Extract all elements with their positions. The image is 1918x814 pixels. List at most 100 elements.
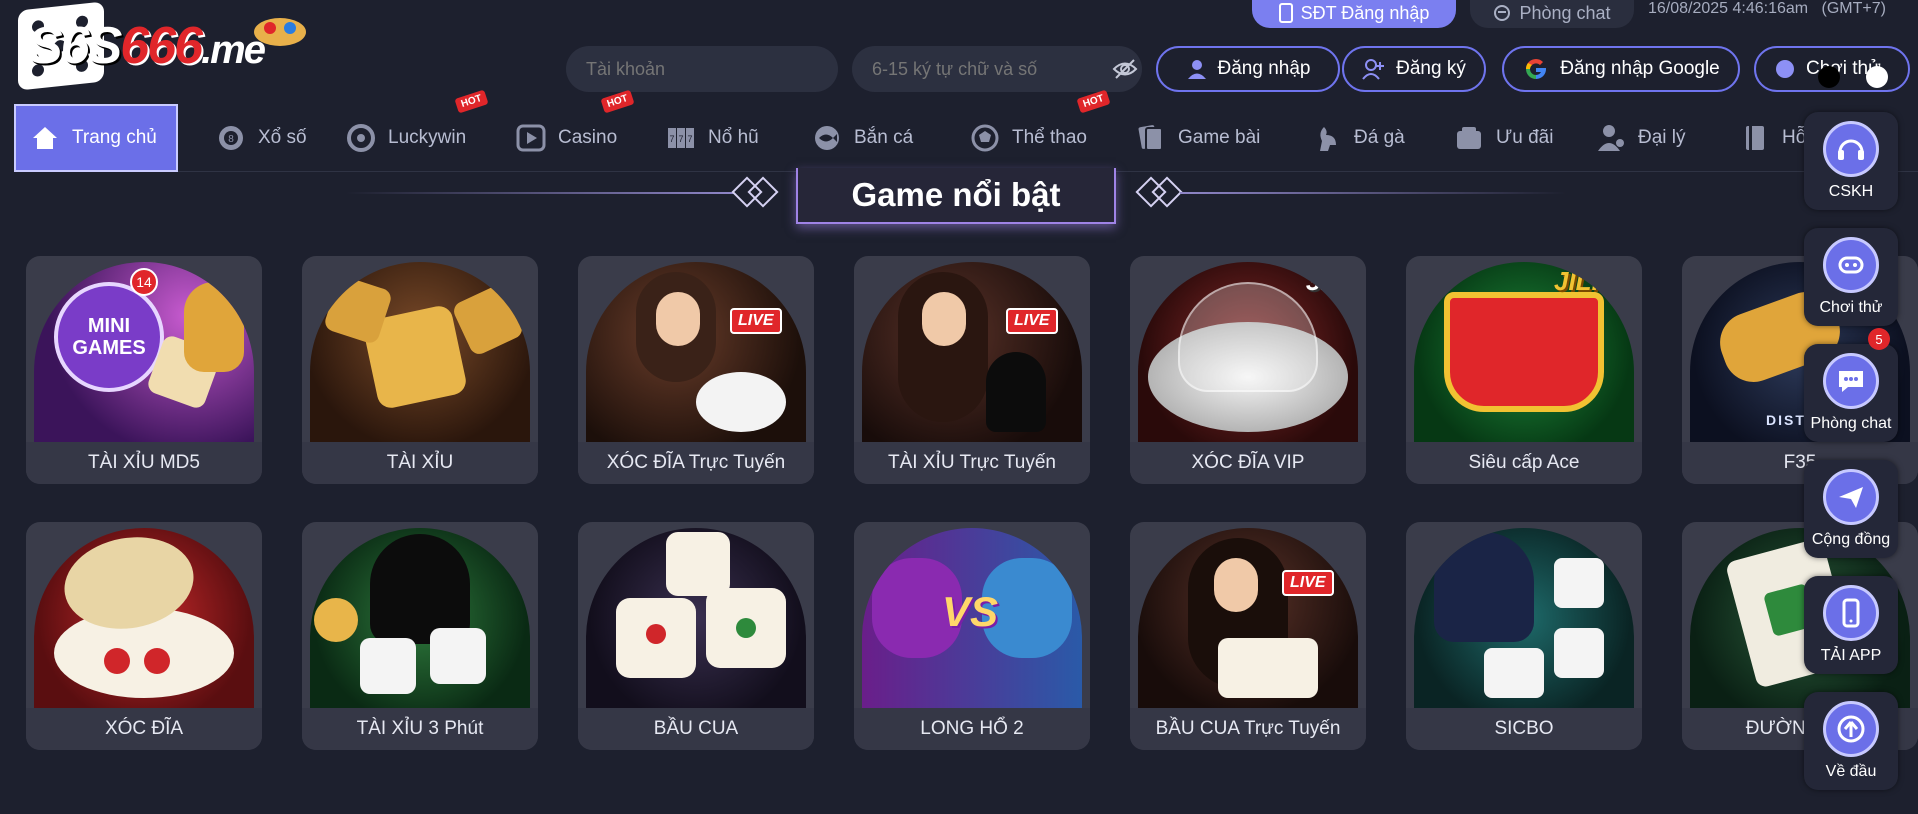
sidebar-item-support[interactable]: CSKH [1804, 112, 1898, 210]
game-card-taixiu-md5[interactable]: MINI GAMES 14 TÀI XỈU MD5 [26, 256, 262, 484]
send-icon [1823, 469, 1879, 525]
game-card-xocdia[interactable]: XÓC ĐĨA [26, 522, 262, 750]
game-art: VS [862, 528, 1082, 708]
lottery-icon: 8 [216, 123, 246, 153]
arrow-up-icon [1823, 701, 1879, 757]
add-user-icon [1362, 59, 1385, 80]
cup-art [986, 352, 1046, 432]
crab-art [736, 618, 756, 638]
login-button[interactable]: Đăng nhập [1156, 46, 1340, 92]
toggle-dot[interactable] [1818, 66, 1840, 88]
site-logo[interactable]: S6S666.me [14, 1, 314, 91]
ball-icon [970, 123, 1000, 153]
live-badge: LIVE [730, 308, 782, 334]
nav-item-home[interactable]: Trang chủ [14, 104, 178, 172]
mobile-icon [1278, 3, 1293, 23]
dice-art [1484, 648, 1544, 698]
sidebar-item-community[interactable]: Cộng đồng [1804, 460, 1898, 558]
sidebar-label: Cộng đồng [1811, 531, 1891, 548]
3d-badge: 3D [1306, 266, 1340, 296]
game-card-super-ace[interactable]: JILI Siêu cấp Ace [1406, 256, 1642, 484]
game-label: XÓC ĐĨA Trực Tuyến [578, 442, 814, 484]
top-bar: S6S666.me SĐT Đăng nhập Phòng chat 16/08… [0, 0, 1918, 100]
game-art: LIVE [1138, 528, 1358, 708]
nav-label-card-games: Game bài [1178, 127, 1261, 148]
user-icon [1187, 60, 1206, 79]
game-card-xocdia-live[interactable]: LIVE XÓC ĐĨA Trực Tuyến [578, 256, 814, 484]
mascot-icon [254, 18, 306, 46]
game-card-baucua-live[interactable]: LIVE BẦU CUA Trực Tuyến [1130, 522, 1366, 750]
nav-item-card-games[interactable]: Game bài [1124, 104, 1260, 172]
game-card-taixiu-live[interactable]: LIVE TÀI XỈU Trực Tuyến [854, 256, 1090, 484]
dice-art [430, 628, 486, 684]
nav-label-luckywin: Luckywin [388, 127, 467, 148]
nav-item-cockfight[interactable]: Đá gà [1300, 104, 1405, 172]
mini-games-badge: MINI GAMES [54, 282, 164, 392]
datetime-text: 16/08/2025 4:46:16am [1648, 0, 1809, 17]
nav-label-fishing: Bắn cá [854, 127, 914, 148]
nav-item-slots[interactable]: 777 Nổ hũ [654, 104, 759, 172]
nav-label-agent: Đại lý [1638, 127, 1686, 148]
dealer-face-art [1214, 558, 1258, 612]
nav-item-luckywin[interactable]: Luckywin HOT [334, 89, 489, 172]
login-label: Đăng nhập [1217, 58, 1311, 79]
svg-text:7: 7 [669, 134, 674, 144]
nav-label-promotions: Ưu đãi [1496, 127, 1554, 148]
google-login-button[interactable]: Đăng nhập Google [1502, 46, 1740, 92]
google-icon [1526, 59, 1547, 80]
nav-item-agent[interactable]: Đại lý [1584, 104, 1686, 172]
logo-text: S6S666.me [28, 17, 266, 75]
game-label: TÀI XỈU [302, 442, 538, 484]
game-card-sicbo[interactable]: SICBO [1406, 522, 1642, 750]
sidebar-item-demo[interactable]: Chơi thử [1804, 228, 1898, 326]
chat-count-badge: 5 [1868, 328, 1890, 350]
timezone-text: (GMT+7) [1821, 0, 1886, 17]
nav-item-promotions[interactable]: Ưu đãi [1442, 104, 1553, 172]
register-label: Đăng ký [1396, 58, 1466, 79]
sidebar-label: CSKH [1828, 183, 1874, 200]
slot-icon: 777 [666, 123, 696, 153]
vs-badge: VS [942, 588, 999, 635]
nav-item-casino[interactable]: Casino HOT [504, 89, 635, 172]
game-art: JILI [1414, 262, 1634, 442]
game-card-xocdia-vip[interactable]: 3D XÓC ĐĨA VIP [1130, 256, 1366, 484]
jili-badge: JILI [1554, 266, 1599, 296]
dice-art [1554, 558, 1604, 608]
toggle-dot[interactable] [1866, 66, 1888, 88]
game-label: XÓC ĐĨA VIP [1130, 442, 1366, 484]
game-label: Siêu cấp Ace [1406, 442, 1642, 484]
sidebar-item-download-app[interactable]: TẢI APP [1804, 576, 1898, 674]
game-label: LONG HỔ 2 [854, 708, 1090, 750]
dice-art [1218, 638, 1318, 698]
nav-item-fishing[interactable]: Bắn cá [800, 104, 913, 172]
password-input[interactable] [852, 46, 1142, 92]
demo-icon [1776, 60, 1794, 78]
svg-text:7: 7 [687, 134, 692, 144]
game-card-baucua[interactable]: BẦU CUA [578, 522, 814, 750]
cup-art [184, 282, 244, 372]
nav-item-sports[interactable]: Thể thao HOT [958, 89, 1111, 172]
section-divider-right [1180, 192, 1566, 194]
game-card-taixiu-3-phut[interactable]: TÀI XỈU 3 Phút [302, 522, 538, 750]
chat-room-label: Phòng chat [1519, 2, 1611, 23]
nav-label-casino: Casino [558, 127, 618, 148]
cards-icon [1136, 123, 1166, 153]
register-button[interactable]: Đăng ký [1342, 46, 1486, 92]
gift-icon [1454, 123, 1484, 153]
dealer-face-art [922, 292, 966, 346]
section-title: Game nổi bật [796, 168, 1116, 224]
game-card-taixiu[interactable]: TÀI XỈU [302, 256, 538, 484]
toggle-password-icon[interactable] [1112, 58, 1138, 80]
nav-item-lottery[interactable]: 8 Xổ số [204, 104, 307, 172]
account-input[interactable] [566, 46, 838, 92]
chat-room-button[interactable]: Phòng chat [1470, 0, 1634, 28]
nav-label-home: Trang chủ [72, 127, 157, 148]
game-art: 3D [1138, 262, 1358, 442]
sidebar-item-back-to-top[interactable]: Về đầu [1804, 692, 1898, 790]
game-card-long-ho-2[interactable]: VS LONG HỔ 2 [854, 522, 1090, 750]
sidebar-item-chat[interactable]: Phòng chat [1804, 344, 1898, 442]
dice-art [666, 532, 730, 596]
phone-login-button[interactable]: SĐT Đăng nhập [1252, 0, 1456, 28]
nav-label-sports: Thể thao [1012, 127, 1087, 148]
nav-item-support[interactable]: Hỗ [1728, 104, 1806, 172]
